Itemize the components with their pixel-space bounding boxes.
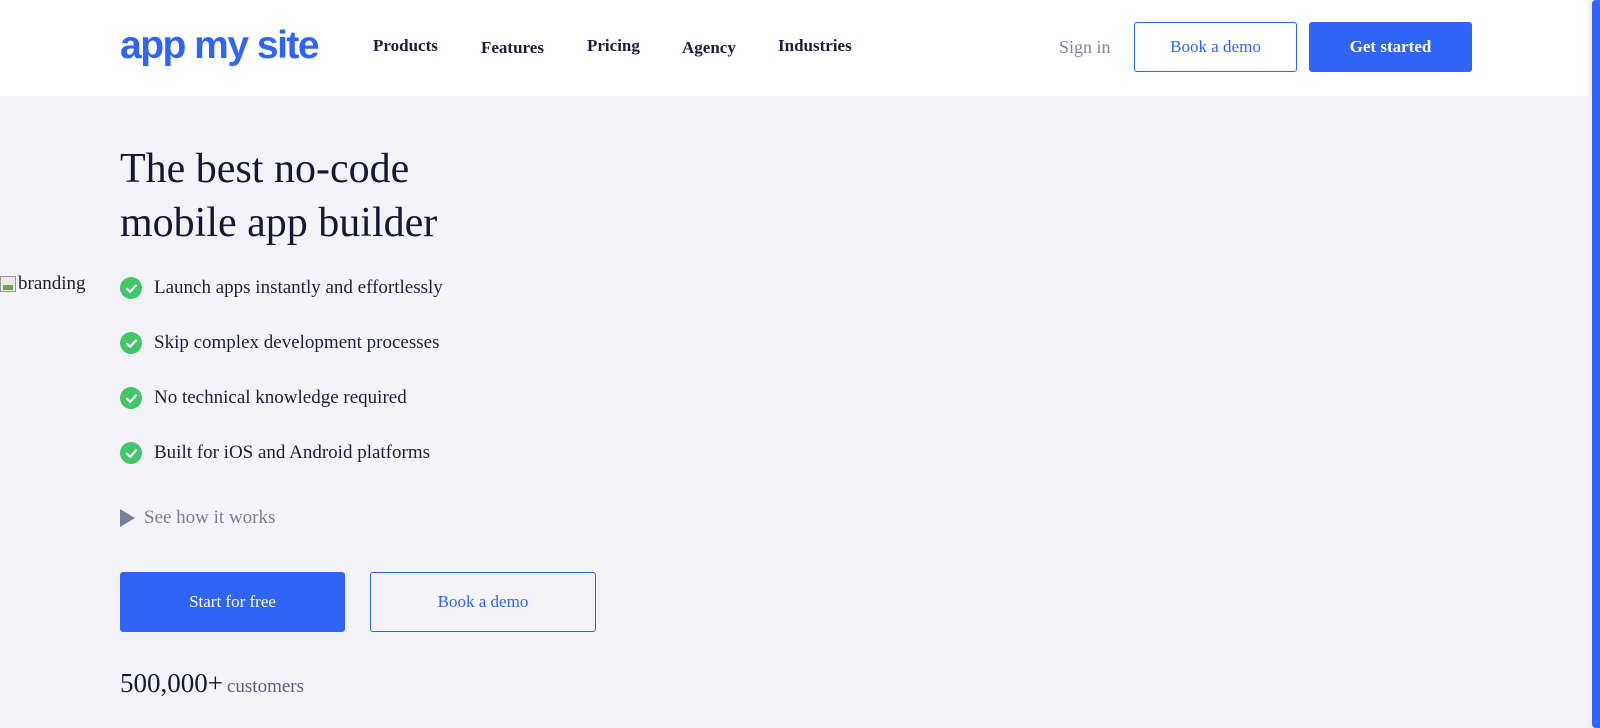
broken-image-icon [0, 276, 16, 292]
nav-item-products[interactable]: Products [373, 36, 438, 56]
site-logo[interactable]: app my site [120, 24, 320, 68]
branding-image-alt-text: branding [18, 273, 86, 294]
check-circle-icon [120, 332, 142, 354]
play-icon [120, 509, 135, 527]
customers-label: customers [226, 676, 305, 697]
hero-title-line-2: mobile app builder [120, 200, 438, 246]
list-item: Built for iOS and Android platforms [120, 442, 430, 464]
nav-item-pricing[interactable]: Pricing [587, 36, 640, 56]
check-circle-icon [120, 442, 142, 464]
feature-text: No technical knowledge required [154, 387, 407, 408]
nav-item-agency[interactable]: Agency [682, 38, 736, 58]
check-circle-icon [120, 277, 142, 299]
customers-count: 500,000+ [120, 668, 223, 698]
page: app my site Products Features Pricing Ag… [0, 0, 1600, 728]
hero-title: The best no-code mobile app builder [120, 142, 437, 250]
hero-title-line-1: The best no-code [120, 146, 410, 192]
feature-text: Skip complex development processes [154, 332, 440, 353]
list-item: Launch apps instantly and effortlessly [120, 277, 443, 299]
see-how-it-works-label: See how it works [144, 507, 276, 528]
list-item: No technical knowledge required [120, 387, 407, 409]
site-header: app my site Products Features Pricing Ag… [0, 0, 1600, 96]
customers-stat: 500,000+ customers [120, 668, 304, 699]
see-how-it-works-link[interactable]: See how it works [120, 507, 275, 529]
scrollbar[interactable] [1588, 0, 1600, 728]
hero-book-demo-button[interactable]: Book a demo [370, 572, 596, 632]
nav-item-features[interactable]: Features [481, 38, 544, 58]
check-circle-icon [120, 387, 142, 409]
feature-text: Built for iOS and Android platforms [154, 442, 431, 463]
get-started-button[interactable]: Get started [1309, 22, 1472, 72]
feature-text: Launch apps instantly and effortlessly [154, 277, 443, 298]
list-item: Skip complex development processes [120, 332, 439, 354]
header-book-demo-button[interactable]: Book a demo [1134, 22, 1297, 72]
start-for-free-button[interactable]: Start for free [120, 572, 345, 632]
sign-in-link[interactable]: Sign in [1059, 37, 1111, 58]
scrollbar-thumb[interactable] [1592, 0, 1600, 728]
branding-image: branding [0, 273, 86, 295]
nav-item-industries[interactable]: Industries [778, 36, 852, 56]
